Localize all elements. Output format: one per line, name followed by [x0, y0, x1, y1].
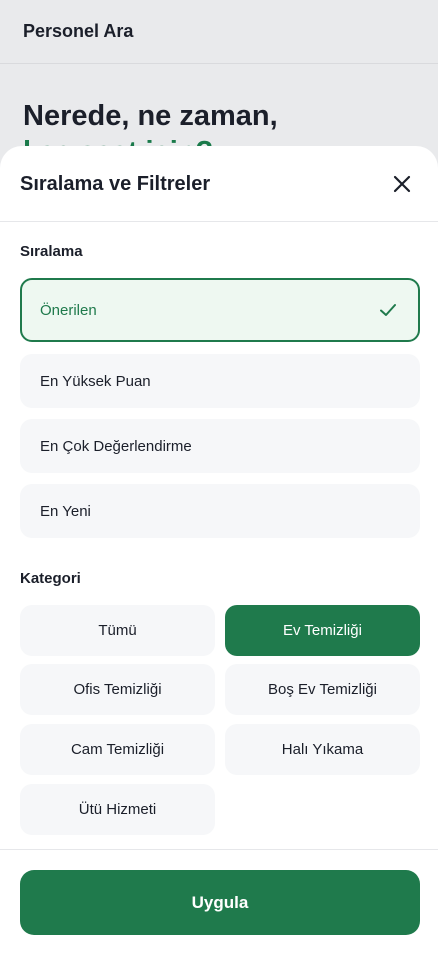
- check-icon: [380, 304, 396, 316]
- category-chip-office-cleaning[interactable]: Ofis Temizliği: [20, 664, 215, 715]
- sort-option-label: En Yüksek Puan: [40, 372, 151, 390]
- category-chip-ironing[interactable]: Ütü Hizmeti: [20, 784, 215, 835]
- category-chip-label: Boş Ev Temizliği: [268, 681, 377, 698]
- background-title: Personel Ara: [23, 21, 134, 41]
- category-chip-label: Halı Yıkama: [281, 741, 364, 758]
- category-chip-window-cleaning[interactable]: Cam Temizliği: [20, 724, 215, 775]
- sort-option-label: En Yeni: [40, 502, 91, 520]
- sort-option-newest[interactable]: En Yeni: [20, 484, 420, 538]
- sorting-label: Sıralama: [20, 243, 83, 260]
- sort-option-most-reviews[interactable]: En Çok Değerlendirme: [20, 419, 420, 473]
- category-chip-empty-home-cleaning[interactable]: Boş Ev Temizliği: [225, 664, 420, 715]
- sheet-footer: Uygula: [0, 849, 438, 956]
- category-chip-label: Ofis Temizliği: [73, 681, 162, 698]
- hero-line-1: Nerede, ne zaman,: [23, 100, 278, 132]
- category-chip-all[interactable]: Tümü: [20, 605, 215, 656]
- sort-option-highest-rating[interactable]: En Yüksek Puan: [20, 354, 420, 408]
- category-chip-label: Tümü: [98, 622, 137, 639]
- sort-option-label: En Çok Değerlendirme: [40, 437, 192, 455]
- apply-button[interactable]: Uygula: [20, 870, 420, 935]
- close-button[interactable]: [388, 170, 416, 198]
- filter-sheet: Sıralama ve Filtreler Sıralama Önerilen …: [0, 146, 438, 956]
- category-chip-home-cleaning[interactable]: Ev Temizliği: [225, 605, 420, 656]
- category-chip-label: Ev Temizliği: [283, 622, 362, 639]
- category-chip-label: Ütü Hizmeti: [78, 801, 157, 818]
- close-icon: [393, 175, 411, 193]
- category-chip-carpet-washing[interactable]: Halı Yıkama: [225, 724, 420, 775]
- category-chip-label: Cam Temizliği: [70, 741, 165, 758]
- sort-option-label: Önerilen: [40, 301, 97, 319]
- sheet-title: Sıralama ve Filtreler: [20, 173, 211, 195]
- category-label: Kategori: [20, 570, 81, 587]
- sheet-header: Sıralama ve Filtreler: [0, 146, 438, 222]
- sort-option-recommended[interactable]: Önerilen: [20, 278, 420, 342]
- background-header: Personel Ara: [0, 0, 438, 64]
